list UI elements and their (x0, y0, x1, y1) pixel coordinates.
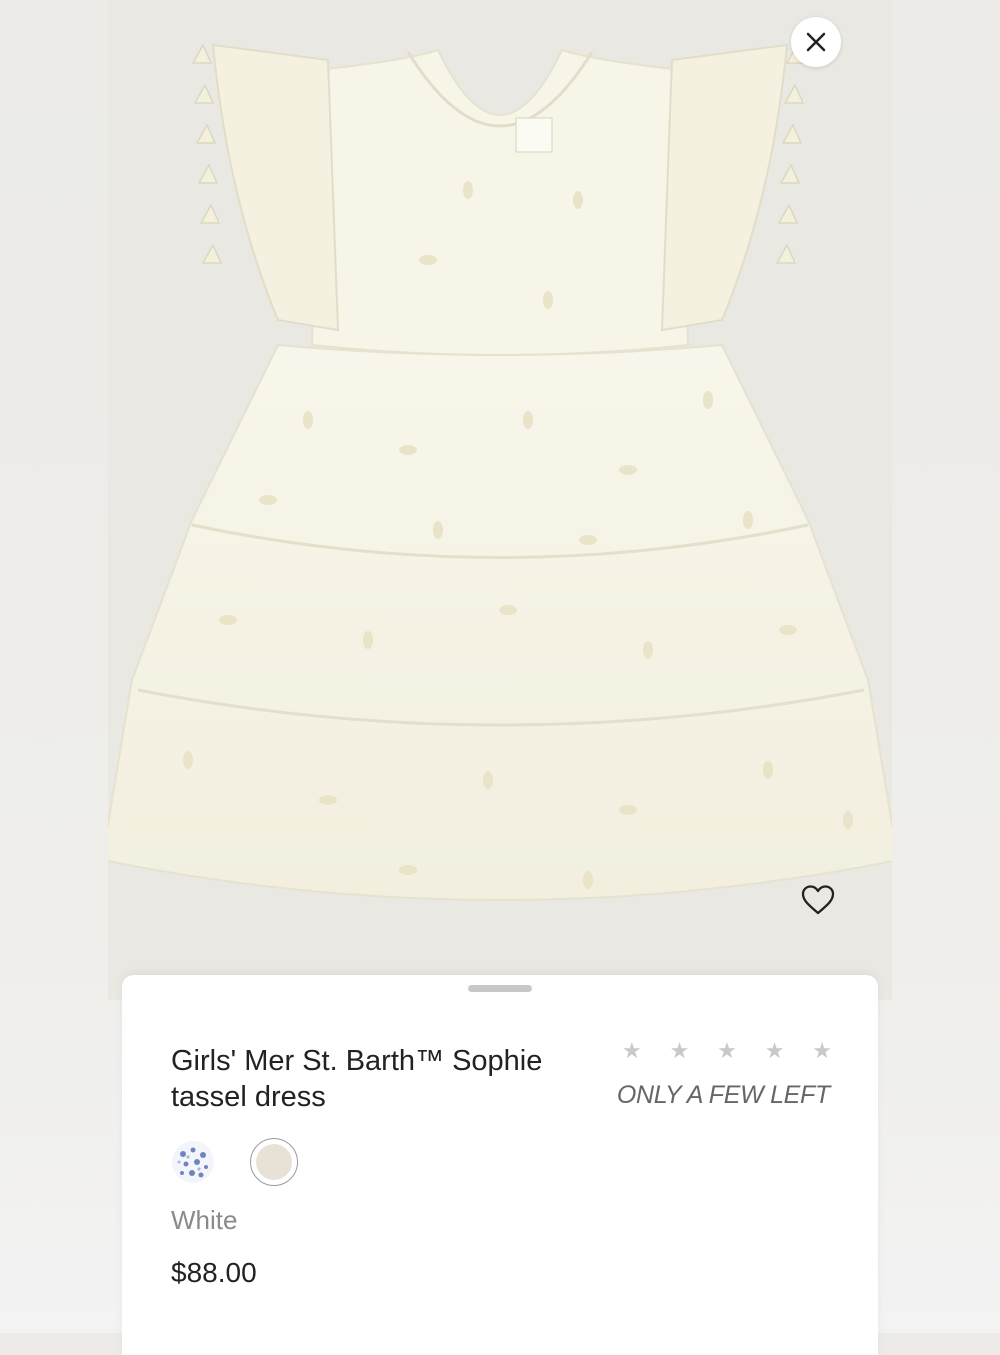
star-icon: ★ (669, 1038, 690, 1063)
color-swatch-white[interactable] (250, 1138, 298, 1186)
color-swatch-blue-print[interactable] (171, 1140, 215, 1184)
product-image (108, 0, 892, 1000)
dress-illustration (108, 43, 892, 901)
swatch-color-fill (256, 1144, 292, 1180)
star-icon: ★ (622, 1038, 642, 1063)
product-title: Girls' Mer St. Barth™ Sophie tassel dres… (171, 1045, 543, 1113)
product-details-sheet: Girls' Mer St. Barth™ Sophie tassel dres… (122, 975, 878, 1355)
star-rating[interactable]: ★ ★ ★ ★ ★ (622, 1039, 832, 1063)
print-pattern-icon (172, 1141, 214, 1183)
close-icon (806, 32, 826, 52)
drag-handle[interactable] (468, 985, 532, 992)
star-icon: ★ (812, 1038, 832, 1063)
close-button[interactable] (791, 17, 841, 67)
star-icon: ★ (717, 1038, 737, 1063)
star-icon: ★ (764, 1038, 785, 1063)
heart-icon (801, 885, 835, 915)
selected-color-name: White (171, 1205, 238, 1235)
product-price: $88.00 (171, 1257, 257, 1288)
stock-status: ONLY A FEW LEFT (616, 1081, 830, 1109)
favorite-button[interactable] (796, 878, 840, 922)
